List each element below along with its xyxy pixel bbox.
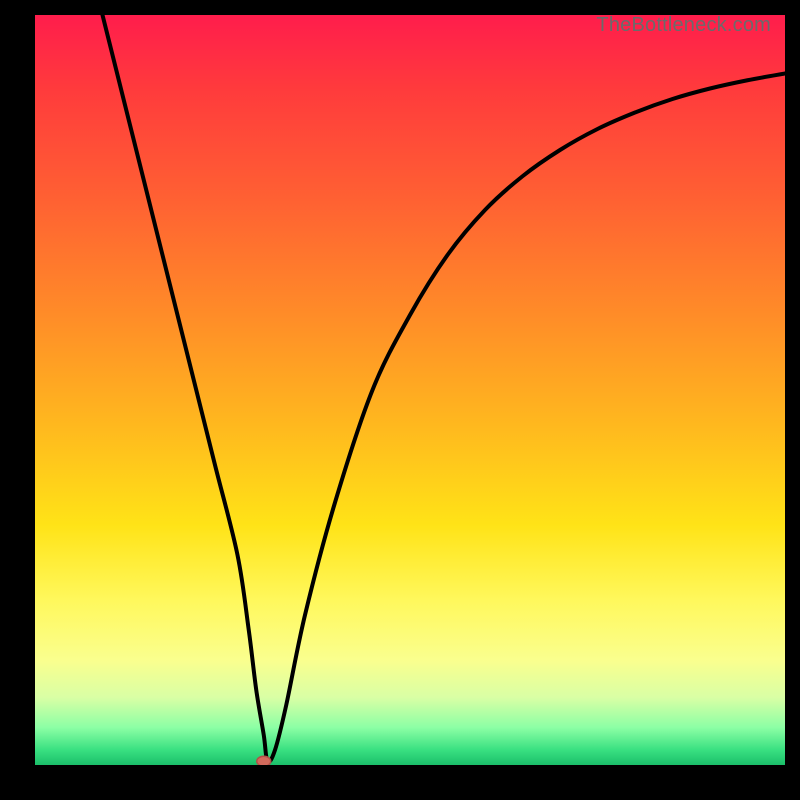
curve-svg: [35, 15, 785, 765]
min-marker: [257, 756, 271, 765]
chart-frame: TheBottleneck.com: [0, 0, 800, 800]
bottleneck-curve: [103, 15, 786, 762]
plot-area: TheBottleneck.com: [35, 15, 785, 765]
